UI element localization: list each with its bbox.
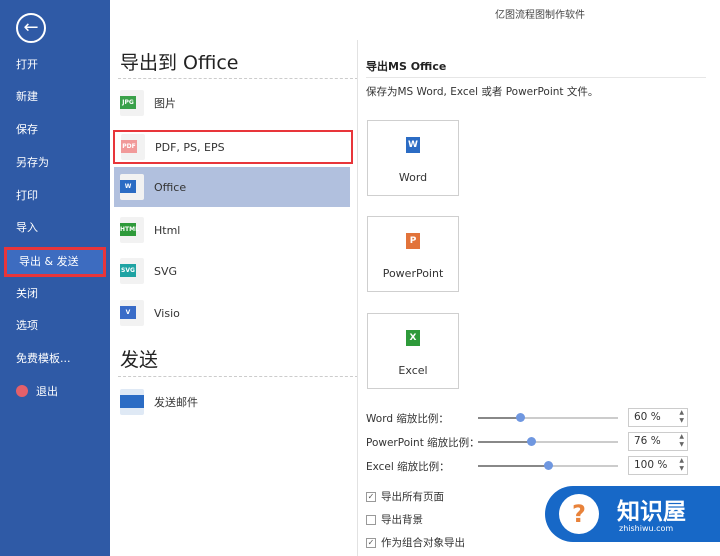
sidebar: ← 打开新建保存另存为打印导入导出 & 发送 关闭选项免费模板... 退出 xyxy=(0,0,110,556)
divider xyxy=(118,376,358,377)
zhishiwu-logo: ? 知识屋 zhishiwu.com xyxy=(545,486,720,542)
file-format-icon: HTML xyxy=(120,217,144,243)
scale-slider[interactable] xyxy=(478,461,618,470)
panel-description: 保存为MS Word, Excel 或者 PowerPoint 文件。 xyxy=(366,86,599,98)
send-heading: 发送 xyxy=(120,349,159,371)
sidebar-item[interactable]: 新建 xyxy=(0,84,110,110)
sidebar-item-label: 保存 xyxy=(16,123,38,136)
sidebar-item-label: 新建 xyxy=(16,90,38,103)
checkbox[interactable]: ✓ 导出所有页面 xyxy=(366,489,444,504)
export-item[interactable]: W Office xyxy=(114,167,350,207)
file-format-icon: SVG xyxy=(120,258,144,284)
sidebar-item-label: 导出 & 发送 xyxy=(19,255,79,268)
scale-slider[interactable] xyxy=(478,437,618,446)
sidebar-item[interactable]: 保存 xyxy=(0,117,110,143)
exit-icon xyxy=(16,385,28,397)
sidebar-item-label: 打印 xyxy=(16,189,38,202)
scale-spinner[interactable]: 100 % ▲ ▼ xyxy=(628,456,688,475)
checkbox[interactable]: 导出背景 xyxy=(366,512,423,527)
spinner-arrows-icon[interactable]: ▲ ▼ xyxy=(679,409,684,425)
back-button[interactable]: ← xyxy=(16,13,46,43)
scale-row: Excel 缩放比例： 100 % ▲ ▼ xyxy=(366,456,706,476)
spinner-arrows-icon[interactable]: ▲ ▼ xyxy=(679,433,684,449)
panel-heading: 导出MS Office xyxy=(366,60,447,73)
arrow-left-icon: ← xyxy=(23,17,39,38)
sidebar-item-label: 关闭 xyxy=(16,287,38,300)
sidebar-item-label: 退出 xyxy=(36,385,58,398)
scale-label: PowerPoint 缩放比例： xyxy=(366,437,480,449)
scale-spinner[interactable]: 76 % ▲ ▼ xyxy=(628,432,688,451)
export-item-label: Visio xyxy=(154,306,180,320)
export-card[interactable]: X Excel xyxy=(367,313,459,389)
export-item[interactable]: SVG SVG xyxy=(114,251,350,291)
sidebar-item[interactable]: 打开 xyxy=(0,52,110,78)
slider-thumb[interactable] xyxy=(516,413,525,422)
export-item-label: SVG xyxy=(154,264,178,278)
slider-thumb[interactable] xyxy=(544,461,553,470)
spinner-arrows-icon[interactable]: ▲ ▼ xyxy=(679,457,684,473)
divider xyxy=(118,78,358,79)
scale-row: PowerPoint 缩放比例： 76 % ▲ ▼ xyxy=(366,432,706,452)
slider-thumb[interactable] xyxy=(527,437,537,446)
sidebar-item[interactable]: 选项 xyxy=(0,313,110,339)
checkbox-label: 作为组合对象导出 xyxy=(381,537,465,549)
sidebar-item-label: 免费模板... xyxy=(16,352,71,365)
card-label: Excel xyxy=(398,364,428,377)
office-app-icon: W xyxy=(406,137,420,153)
divider xyxy=(366,77,706,78)
sidebar-item[interactable]: 另存为 xyxy=(0,150,110,176)
file-format-icon: V xyxy=(120,300,144,326)
sidebar-item[interactable]: 导入 xyxy=(0,215,110,241)
export-item[interactable]: JPG 图片 xyxy=(114,83,350,123)
file-format-icon: W xyxy=(120,174,144,200)
checkbox-box[interactable]: ✓ xyxy=(366,491,376,502)
office-app-icon: X xyxy=(406,330,420,346)
export-heading: 导出到 Office xyxy=(120,52,239,74)
sidebar-item[interactable]: 关闭 xyxy=(0,281,110,307)
sidebar-item[interactable]: 退出 xyxy=(0,379,110,405)
send-email-label: 发送邮件 xyxy=(154,396,198,409)
monitor-email-icon xyxy=(120,389,144,415)
sidebar-item-label: 打开 xyxy=(16,58,38,71)
sidebar-item-label: 导入 xyxy=(16,221,38,234)
file-format-icon: JPG xyxy=(120,90,144,116)
export-card[interactable]: W Word xyxy=(367,120,459,196)
export-item[interactable]: HTML Html xyxy=(114,210,350,250)
export-options-panel: 导出到 Office JPG 图片 PDF PDF, PS, EPS W Office HT… xyxy=(110,0,358,556)
sidebar-item-label: 另存为 xyxy=(16,156,49,169)
export-item-label: Office xyxy=(154,180,187,194)
sidebar-item-label: 选项 xyxy=(16,319,38,332)
scale-slider[interactable] xyxy=(478,413,618,422)
export-item[interactable]: V Visio xyxy=(114,293,350,333)
ms-office-panel: 导出MS Office 保存为MS Word, Excel 或者 PowerPo… xyxy=(358,0,720,556)
question-monitor-icon: ? xyxy=(559,494,599,534)
checkbox-label: 导出背景 xyxy=(381,514,423,526)
scale-spinner[interactable]: 60 % ▲ ▼ xyxy=(628,408,688,427)
scale-row: Word 缩放比例： 60 % ▲ ▼ xyxy=(366,408,706,428)
logo-name: 知识屋 xyxy=(617,499,686,525)
card-label: PowerPoint xyxy=(382,267,444,280)
export-item-label: PDF, PS, EPS xyxy=(155,140,225,154)
sidebar-item[interactable]: 打印 xyxy=(0,183,110,209)
export-item-label: Html xyxy=(154,223,181,237)
sidebar-item[interactable]: 导出 & 发送 xyxy=(4,247,106,277)
sidebar-item[interactable]: 免费模板... xyxy=(0,346,110,372)
export-item-label: 图片 xyxy=(154,97,176,110)
send-email-item[interactable]: 发送邮件 xyxy=(114,382,350,422)
card-label: Word xyxy=(398,171,428,184)
office-app-icon: P xyxy=(406,233,420,249)
scale-label: Excel 缩放比例： xyxy=(366,461,450,473)
checkbox-label: 导出所有页面 xyxy=(381,491,444,503)
logo-url: zhishiwu.com xyxy=(619,524,674,533)
scale-label: Word 缩放比例： xyxy=(366,413,449,425)
export-card[interactable]: P PowerPoint xyxy=(367,216,459,292)
checkbox-box[interactable] xyxy=(366,514,376,525)
export-item[interactable]: PDF PDF, PS, EPS xyxy=(113,130,353,164)
checkbox-box[interactable]: ✓ xyxy=(366,537,376,548)
file-format-icon: PDF xyxy=(121,134,145,160)
checkbox[interactable]: ✓ 作为组合对象导出 xyxy=(366,535,465,550)
